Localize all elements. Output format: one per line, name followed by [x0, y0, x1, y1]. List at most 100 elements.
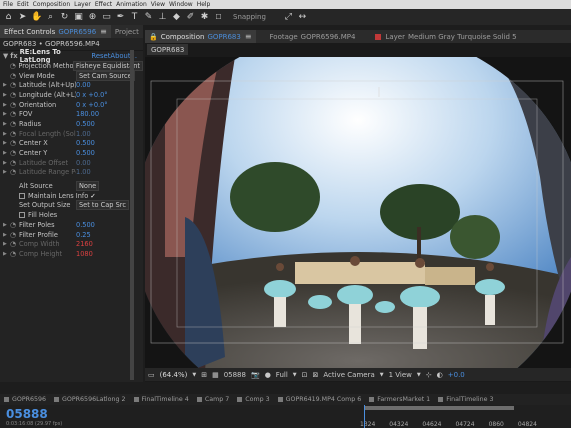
- stopwatch-icon[interactable]: ◔: [10, 72, 19, 80]
- timeline-timecode[interactable]: 05888: [6, 407, 48, 421]
- menu-composition[interactable]: Composition: [33, 1, 70, 8]
- menu-layer[interactable]: Layer: [74, 1, 91, 8]
- panel-menu-icon[interactable]: ≡: [100, 27, 107, 36]
- prop-projection-method[interactable]: ◔ Projection Method Fisheye Equidistant: [0, 60, 143, 71]
- timeline-tab[interactable]: FinalTimeline 3: [434, 394, 497, 405]
- work-area-bar[interactable]: [364, 406, 514, 410]
- effect-panel-scrollbar[interactable]: [130, 50, 134, 380]
- menu-animation[interactable]: Animation: [116, 1, 147, 8]
- stopwatch-icon[interactable]: ◔: [10, 149, 19, 157]
- snap-edges-icon[interactable]: ↔: [297, 12, 308, 23]
- snapping-checkbox-icon[interactable]: ☐: [213, 12, 224, 23]
- expand-arrow-icon[interactable]: ▶: [3, 150, 10, 156]
- stopwatch-icon[interactable]: ◔: [10, 120, 19, 128]
- monitor-icon[interactable]: ▭: [148, 371, 155, 379]
- reset-link[interactable]: Reset: [91, 52, 110, 60]
- prop-latitude-range[interactable]: ▶ ◔ Latitude Range Pct 1.00: [0, 168, 143, 178]
- menu-effect[interactable]: Effect: [95, 1, 112, 8]
- comp-subtab[interactable]: GOPR683: [147, 44, 189, 55]
- stopwatch-icon[interactable]: ◔: [10, 250, 19, 258]
- stopwatch-icon[interactable]: ◔: [10, 62, 19, 70]
- tab-composition[interactable]: 🔒 Composition GOPR683 ≡: [145, 30, 256, 43]
- stopwatch-icon[interactable]: ◔: [10, 91, 19, 99]
- fx-icon[interactable]: fx: [10, 52, 17, 60]
- prop-radius[interactable]: ▶ ◔ Radius 0.500: [0, 119, 143, 129]
- prop-latitude[interactable]: ▶ ◔ Latitude (Alt+Up) 0.00: [0, 80, 143, 90]
- camera-chevron-icon[interactable]: ▼: [380, 372, 384, 378]
- camera-tool-icon[interactable]: ▣: [73, 12, 84, 23]
- prop-longitude[interactable]: ▶ ◔ Longitude (Alt+L) 0 x +0.0°: [0, 90, 143, 100]
- tab-layer[interactable]: Layer Medium Gray Turquoise Solid 5: [371, 30, 520, 43]
- eraser-tool-icon[interactable]: ◆: [171, 12, 182, 23]
- expand-arrow-icon[interactable]: ▶: [3, 111, 10, 117]
- pan-behind-tool-icon[interactable]: ⊕: [87, 12, 98, 23]
- clone-stamp-tool-icon[interactable]: ⊥: [157, 12, 168, 23]
- stopwatch-icon[interactable]: ◔: [10, 168, 19, 176]
- snap-icon[interactable]: ⤢: [283, 12, 294, 23]
- view-mode-dropdown[interactable]: Set Cam Source: [76, 70, 135, 81]
- stopwatch-icon[interactable]: ◔: [10, 139, 19, 147]
- prop-center-y[interactable]: ▶ ◔ Center Y 0.500: [0, 148, 143, 158]
- resolution-dropdown-chevron-icon[interactable]: ▼: [293, 372, 297, 378]
- expand-arrow-icon[interactable]: ▶: [3, 241, 10, 247]
- puppet-tool-icon[interactable]: ✱: [199, 12, 210, 23]
- prop-comp-height[interactable]: ▶ ◔ Comp Height 1080: [0, 249, 143, 259]
- resolution-chevron-icon[interactable]: ▼: [192, 372, 196, 378]
- timeline-tab[interactable]: FinalTimeline 4: [130, 394, 193, 405]
- expand-arrow-icon[interactable]: ▶: [3, 232, 10, 238]
- brush-tool-icon[interactable]: ✎: [143, 12, 154, 23]
- lock-icon[interactable]: 🔒: [149, 33, 158, 41]
- menu-view[interactable]: View: [151, 1, 165, 8]
- menu-edit[interactable]: Edit: [17, 1, 29, 8]
- zoom-tool-icon[interactable]: ⌕: [45, 12, 56, 23]
- expand-arrow-icon[interactable]: ▶: [3, 92, 10, 98]
- prop-latitude-offset[interactable]: ▶ ◔ Latitude Offset 0.00: [0, 158, 143, 168]
- fill-holes-checkbox[interactable]: [19, 212, 25, 219]
- expand-arrow-icon[interactable]: ▶: [3, 121, 10, 127]
- flowchart-icon[interactable]: ⊹: [426, 371, 432, 379]
- expand-arrow-icon[interactable]: ▶: [3, 160, 10, 166]
- timeline-tab[interactable]: Camp 7: [193, 394, 233, 405]
- timeline-tab[interactable]: GOPR6596Latlong 2: [50, 394, 129, 405]
- menu-window[interactable]: Window: [169, 1, 193, 8]
- color-channel-icon[interactable]: ●: [265, 371, 271, 379]
- menu-file[interactable]: File: [3, 1, 13, 8]
- exposure-value[interactable]: +0.0: [448, 371, 465, 379]
- selection-tool-icon[interactable]: ➤: [17, 12, 28, 23]
- expand-arrow-icon[interactable]: ▶: [3, 222, 10, 228]
- roto-brush-tool-icon[interactable]: ✐: [185, 12, 196, 23]
- effect-header[interactable]: ▼ fx RE:Lens To LatLong Reset About...: [0, 48, 143, 64]
- timeline-tab[interactable]: Comp 3: [233, 394, 273, 405]
- menu-help[interactable]: Help: [197, 1, 211, 8]
- prop-comp-width[interactable]: ▶ ◔ Comp Width 2160: [0, 239, 143, 249]
- prop-fov[interactable]: ▶ ◔ FOV 180.00: [0, 109, 143, 119]
- timeline-tab[interactable]: GOPR6419.MP4 Comp 6: [274, 394, 366, 405]
- panel-menu-icon[interactable]: ≡: [245, 32, 252, 41]
- pen-tool-icon[interactable]: ✒: [115, 12, 126, 23]
- prop-filter-poles[interactable]: ▶ ◔ Filter Poles 0.500: [0, 220, 143, 230]
- rotate-tool-icon[interactable]: ↻: [59, 12, 70, 23]
- stopwatch-icon[interactable]: ◔: [10, 110, 19, 118]
- stopwatch-icon[interactable]: ◔: [10, 81, 19, 89]
- tab-effect-controls[interactable]: Effect Controls GOPR6596 ≡: [0, 25, 111, 38]
- reset-exposure-icon[interactable]: ◐: [437, 371, 443, 379]
- fast-preview-icon[interactable]: ⊡: [302, 371, 308, 379]
- stopwatch-icon[interactable]: ◔: [10, 231, 19, 239]
- expand-chevron-icon[interactable]: ▼: [3, 52, 8, 60]
- prop-orientation[interactable]: ▶ ◔ Orientation 0 x +0.0°: [0, 100, 143, 110]
- view-layout-dropdown[interactable]: 1 View: [389, 371, 412, 379]
- stopwatch-icon[interactable]: ◔: [10, 159, 19, 167]
- expand-arrow-icon[interactable]: ▶: [3, 140, 10, 146]
- grid-icon[interactable]: ⊠: [313, 371, 319, 379]
- maintain-checkbox[interactable]: [19, 192, 25, 199]
- expand-arrow-icon[interactable]: ▶: [3, 102, 10, 108]
- prop-maintain-lens[interactable]: Maintain Lens Info ✓: [0, 191, 143, 201]
- prop-fill-holes[interactable]: Fill Holes: [0, 210, 143, 220]
- timeline-tab[interactable]: GOPR6596: [0, 394, 50, 405]
- current-timecode[interactable]: 05888: [224, 371, 246, 379]
- prop-focal-length[interactable]: ▶◔ Focal Length (Sold) 1.00: [0, 129, 143, 139]
- prop-filter-profile[interactable]: ▶ ◔ Filter Profile 0.25: [0, 230, 143, 240]
- expand-arrow-icon[interactable]: ▶: [3, 131, 10, 137]
- hand-tool-icon[interactable]: ✋: [31, 12, 42, 23]
- prop-alt-source[interactable]: Alt Source None: [0, 181, 143, 192]
